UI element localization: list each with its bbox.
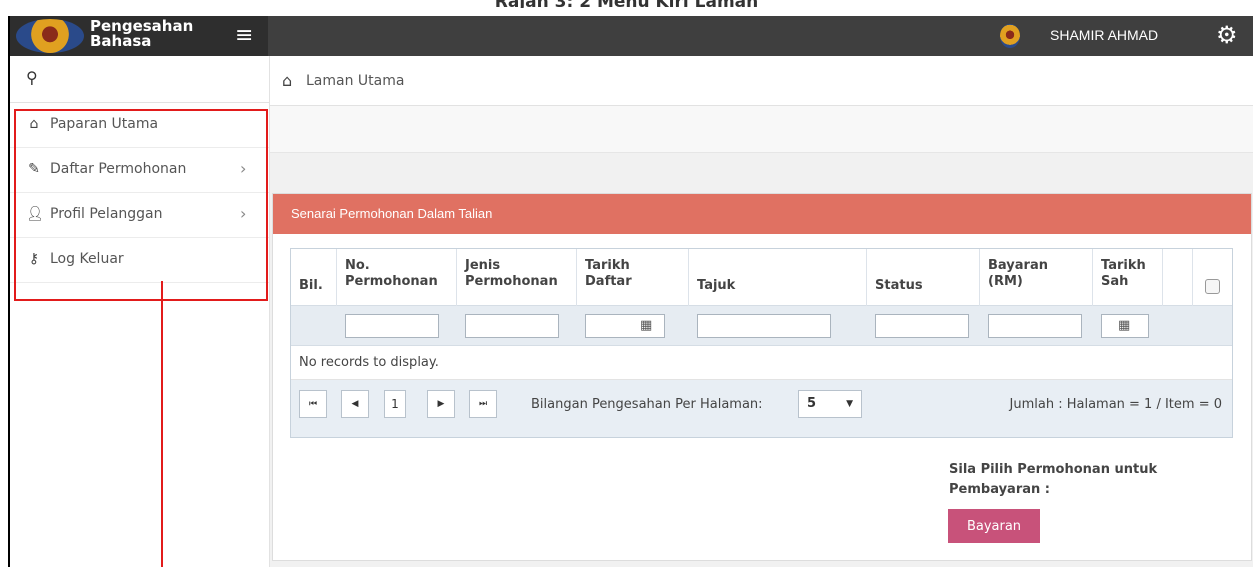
column-header-label: (RM) — [988, 274, 1023, 289]
column-header-label: Tarikh — [585, 258, 630, 273]
chevron-right-icon: › — [240, 204, 247, 223]
next-page-button[interactable]: ▶ — [427, 390, 455, 418]
current-page-button[interactable]: 1 — [384, 390, 406, 418]
sidebar-item-label: Profil Pelanggan — [50, 206, 163, 222]
sub-toolbar — [270, 106, 1253, 153]
grid-pager: ⏮ ◀ 1 ▶ ⏭ Bilangan Pengesahan Per Halama… — [291, 380, 1232, 437]
sidebar-search[interactable]: ⚲ — [10, 56, 269, 103]
column-header-bil[interactable]: Bil. — [291, 249, 337, 306]
figure-caption: Rajah 3: 2 Menu Kiri Laman — [0, 0, 1253, 8]
filter-status-input[interactable] — [875, 314, 969, 338]
breadcrumb-label[interactable]: Laman Utama — [306, 73, 404, 89]
home-icon: ⌂ — [29, 116, 39, 132]
applications-panel: Senarai Permohonan Dalam Talian Bil. No.… — [272, 193, 1252, 561]
empty-message: No records to display. — [291, 346, 1232, 380]
main-content: ⌂ Laman Utama Senarai Permohonan Dalam T… — [270, 56, 1253, 567]
annotation-pointer-line — [161, 281, 163, 567]
column-header-spacer — [1163, 249, 1193, 306]
page-size-value: 5 — [807, 396, 817, 411]
sidebar-item-label: Daftar Permohonan — [50, 161, 187, 177]
app-frame: Pengesahan Bahasa ≡ SHAMIR AHMAD ⚙ ⚲ ⌂ P… — [8, 16, 1253, 567]
applications-grid: Bil. No. Permohonan Jenis Permohonan Tarik… — [290, 248, 1233, 438]
column-header-label: Bayaran — [988, 258, 1048, 273]
column-header-bayaran[interactable]: Bayaran (RM) — [980, 249, 1093, 306]
sidebar-item-label: Log Keluar — [50, 251, 124, 267]
search-icon[interactable]: ⚲ — [26, 68, 38, 87]
sidebar: ⚲ ⌂ Paparan Utama ✎ Daftar Permohonan › … — [10, 56, 270, 567]
column-header-label: Sah — [1101, 274, 1129, 289]
pay-button[interactable]: Bayaran — [948, 509, 1040, 543]
column-header-label: Permohonan — [345, 274, 438, 289]
sidebar-item-paparan-utama[interactable]: ⌂ Paparan Utama — [10, 103, 269, 148]
column-header-jenis-permohonan[interactable]: Jenis Permohonan — [457, 249, 577, 306]
logo-area[interactable]: Pengesahan Bahasa ≡ — [10, 16, 268, 56]
column-header-label: No. — [345, 258, 370, 273]
column-header-label: Daftar — [585, 274, 632, 289]
column-header-tarikh-sah[interactable]: Tarikh Sah — [1093, 249, 1163, 306]
user-icon: 👤︎ — [26, 206, 44, 222]
home-icon[interactable]: ⌂ — [282, 71, 292, 90]
edit-icon: ✎ — [28, 161, 40, 177]
filter-no-permohonan-input[interactable] — [345, 314, 439, 338]
logo-emblem-icon — [16, 19, 84, 53]
column-header-label: Jenis — [465, 258, 501, 273]
filter-bayaran-input[interactable] — [988, 314, 1082, 338]
chevron-right-icon: › — [240, 159, 247, 178]
app-title: Pengesahan Bahasa — [90, 19, 193, 49]
pager-summary: Jumlah : Halaman = 1 / Item = 0 — [1009, 397, 1222, 412]
filter-tarikh-sah-input[interactable]: ▦ — [1101, 314, 1149, 338]
calendar-icon[interactable]: ▦ — [1118, 318, 1130, 333]
sidebar-item-log-keluar[interactable]: ⚷ Log Keluar — [10, 238, 269, 283]
panel-title: Senarai Permohonan Dalam Talian — [273, 194, 1251, 234]
last-page-button[interactable]: ⏭ — [469, 390, 497, 418]
column-header-label: Bil. — [299, 278, 323, 293]
column-header-tajuk[interactable]: Tajuk — [689, 249, 867, 306]
app-title-line2: Bahasa — [90, 32, 152, 50]
chevron-down-icon: ▼ — [846, 399, 853, 409]
column-header-label: Tarikh — [1101, 258, 1146, 273]
first-page-button[interactable]: ⏮ — [299, 390, 327, 418]
gear-icon[interactable]: ⚙ — [1216, 22, 1238, 48]
payment-note: Sila Pilih Permohonan untuk Pembayaran : — [949, 462, 1158, 497]
select-all-checkbox[interactable] — [1205, 279, 1220, 294]
page-size-select[interactable]: 5 ▼ — [798, 390, 862, 418]
column-header-no-permohonan[interactable]: No. Permohonan — [337, 249, 457, 306]
column-header-status[interactable]: Status — [867, 249, 980, 306]
prev-page-button[interactable]: ◀ — [341, 390, 369, 418]
sidebar-item-daftar-permohonan[interactable]: ✎ Daftar Permohonan › — [10, 148, 269, 193]
sidebar-item-profil-pelanggan[interactable]: 👤︎ Profil Pelanggan › — [10, 193, 269, 238]
top-bar: Pengesahan Bahasa ≡ SHAMIR AHMAD ⚙ — [10, 16, 1253, 56]
filter-row: ▦ ▦ — [291, 306, 1232, 346]
column-header-tarikh-daftar[interactable]: Tarikh Daftar — [577, 249, 689, 306]
column-header-label: Tajuk — [697, 278, 736, 293]
column-header-label: Status — [875, 278, 923, 293]
filter-tarikh-daftar-input[interactable]: ▦ — [585, 314, 665, 338]
breadcrumb: ⌂ Laman Utama — [270, 56, 1253, 106]
hamburger-icon[interactable]: ≡ — [235, 25, 257, 47]
grid-header: Bil. No. Permohonan Jenis Permohonan Tarik… — [291, 249, 1232, 306]
sidebar-item-label: Paparan Utama — [50, 116, 159, 132]
column-header-label: Permohonan — [465, 274, 558, 289]
filter-tajuk-input[interactable] — [697, 314, 831, 338]
calendar-icon[interactable]: ▦ — [640, 318, 652, 333]
page-size-label: Bilangan Pengesahan Per Halaman: — [531, 397, 763, 412]
key-icon: ⚷ — [28, 251, 40, 267]
user-name[interactable]: SHAMIR AHMAD — [1050, 27, 1158, 43]
user-avatar-icon[interactable] — [1000, 24, 1020, 48]
filter-jenis-permohonan-input[interactable] — [465, 314, 559, 338]
